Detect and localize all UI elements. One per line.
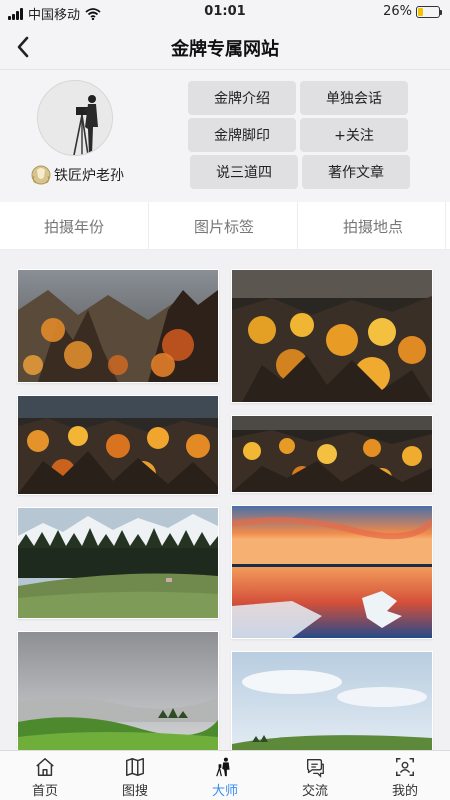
- nav-bar: 金牌专属网站: [0, 24, 450, 70]
- profile-icon: [396, 758, 414, 776]
- chat-icon: [306, 758, 324, 778]
- profile-section: 铁匠炉老孙 金牌介绍 单独会话 金牌脚印 +关注 说三道四 著作文章: [0, 70, 450, 202]
- photo-image: [232, 416, 432, 492]
- tab-bar: 首页 图搜 大师 交流 我的: [0, 750, 450, 800]
- action-private-chat-button[interactable]: 单独会话: [300, 81, 408, 115]
- filter-shoot-location[interactable]: 拍摄地点: [299, 202, 447, 250]
- photo-image: [232, 506, 432, 638]
- username: 铁匠炉老孙: [54, 168, 124, 184]
- photo-image: [18, 270, 218, 382]
- tab-home[interactable]: 首页: [0, 751, 90, 800]
- back-button[interactable]: [8, 32, 38, 62]
- page-title: 金牌专属网站: [171, 39, 279, 60]
- photo-thumbnail[interactable]: [17, 269, 219, 383]
- tab-label: 首页: [31, 784, 58, 799]
- photo-thumbnail[interactable]: [17, 631, 219, 750]
- photo-image: [18, 632, 218, 750]
- photographer-avatar-image: [38, 81, 112, 155]
- photo-gallery: [0, 250, 450, 750]
- map-icon: [126, 758, 144, 776]
- tab-masters[interactable]: 大师: [180, 751, 270, 800]
- action-gold-intro-button[interactable]: 金牌介绍: [188, 81, 296, 115]
- tab-label: 大师: [211, 784, 238, 799]
- filter-shoot-year[interactable]: 拍摄年份: [0, 202, 148, 250]
- battery-fill: [418, 7, 424, 16]
- tab-mine[interactable]: 我的: [360, 751, 450, 800]
- photo-image: [232, 652, 432, 750]
- action-gold-footprint-button[interactable]: 金牌脚印: [188, 118, 296, 152]
- filter-image-tags[interactable]: 图片标签: [150, 202, 298, 250]
- photographer-icon: [216, 757, 230, 777]
- filter-divider: [445, 202, 446, 250]
- photo-thumbnail[interactable]: [231, 651, 433, 750]
- tab-image-search[interactable]: 图搜: [90, 751, 180, 800]
- photo-thumbnail[interactable]: [231, 505, 433, 639]
- tab-label: 图搜: [121, 784, 148, 799]
- photo-thumbnail[interactable]: [231, 269, 433, 403]
- tab-exchange[interactable]: 交流: [270, 751, 360, 800]
- filter-divider: [148, 202, 149, 250]
- filter-divider: [297, 202, 298, 250]
- photo-thumbnail[interactable]: [17, 395, 219, 495]
- photo-thumbnail[interactable]: [17, 507, 219, 619]
- medal-icon: [31, 165, 51, 185]
- action-articles-button[interactable]: 著作文章: [302, 155, 410, 189]
- photo-image: [18, 508, 218, 618]
- photo-thumbnail[interactable]: [231, 415, 433, 493]
- tab-label: 我的: [391, 784, 418, 799]
- home-icon: [36, 758, 54, 776]
- follow-button[interactable]: +关注: [300, 118, 408, 152]
- chevron-left-icon: [17, 36, 29, 58]
- photo-image: [232, 270, 432, 402]
- battery-percent: 26%: [383, 4, 412, 19]
- photo-image: [18, 396, 218, 494]
- avatar[interactable]: [37, 80, 113, 156]
- action-comments-button[interactable]: 说三道四: [190, 155, 298, 189]
- battery-icon: [416, 5, 442, 18]
- filter-bar: 拍摄年份 图片标签 拍摄地点: [0, 202, 450, 250]
- status-bar: 中国移动 01:01 26%: [0, 0, 450, 24]
- tab-label: 交流: [301, 784, 328, 799]
